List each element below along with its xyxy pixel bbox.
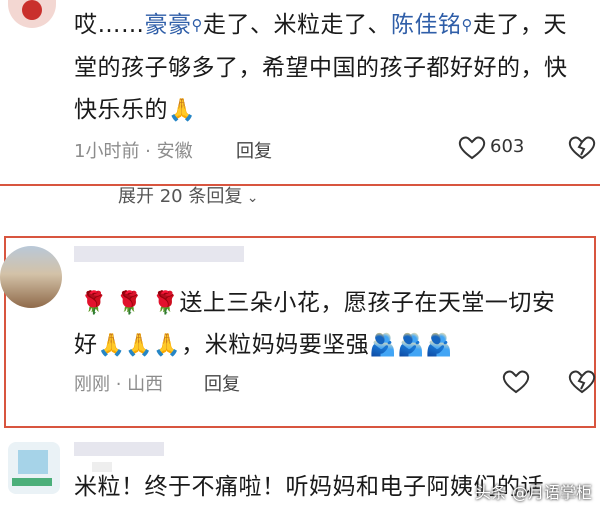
pray-emoji: 🙏 [97,333,126,358]
username-redacted[interactable] [74,246,244,262]
search-icon: ⚲ [191,16,203,34]
username-redacted[interactable] [74,442,164,456]
comment-text: 哎……豪豪⚲走了、米粒走了、陈佳铭⚲走了，天 [74,12,567,38]
highlight-divider [0,184,600,186]
comment-time-location: 1小时前 · 安徽 [74,141,193,162]
reply-button[interactable]: 回复 [236,137,272,163]
mention-link[interactable]: 豪豪⚲ [145,12,204,38]
rose-emoji: 🌹 [115,291,144,316]
dislike-broken-heart-icon[interactable] [568,370,596,394]
expand-replies-button[interactable]: 展开 20 条回复 ⌄ [118,182,259,208]
mention-link[interactable]: 陈佳铭⚲ [391,12,473,38]
pray-emoji: 🙏 [168,98,196,123]
rose-emoji: 🌹 [151,291,180,316]
avatar[interactable] [0,246,62,308]
comment-text-line: 好🙏🙏🙏，米粒妈妈要坚强🫂🫂🫂 [74,332,453,358]
hug-emoji: 🫂 [397,333,426,358]
pray-emoji: 🙏 [153,333,182,358]
comment-text: 🌹 🌹 🌹送上三朵小花，愿孩子在天堂一切安 [80,290,556,316]
search-icon: ⚲ [461,16,473,34]
chevron-down-icon: ⌄ [242,190,259,206]
like-button[interactable]: 603 [458,134,548,162]
avatar[interactable] [8,0,56,28]
pray-emoji: 🙏 [125,333,154,358]
hug-emoji: 🫂 [425,333,453,358]
comment-time-location: 刚刚 · 山西 [74,374,164,395]
comment-text-line: 快乐乐的🙏 [74,97,196,123]
comment-text-line: 堂的孩子够多了，希望中国的孩子都好好的，快 [74,55,568,81]
watermark: 头条 @月语掌柜 [474,483,592,502]
hug-emoji: 🫂 [369,333,398,358]
badge-redacted [92,462,112,472]
reply-button[interactable]: 回复 [204,370,240,396]
rose-emoji: 🌹 [80,291,108,316]
heart-icon[interactable] [502,370,530,394]
heart-icon [458,136,486,160]
avatar[interactable] [8,442,60,494]
like-count: 603 [490,136,525,157]
dislike-broken-heart-icon[interactable] [568,136,596,160]
